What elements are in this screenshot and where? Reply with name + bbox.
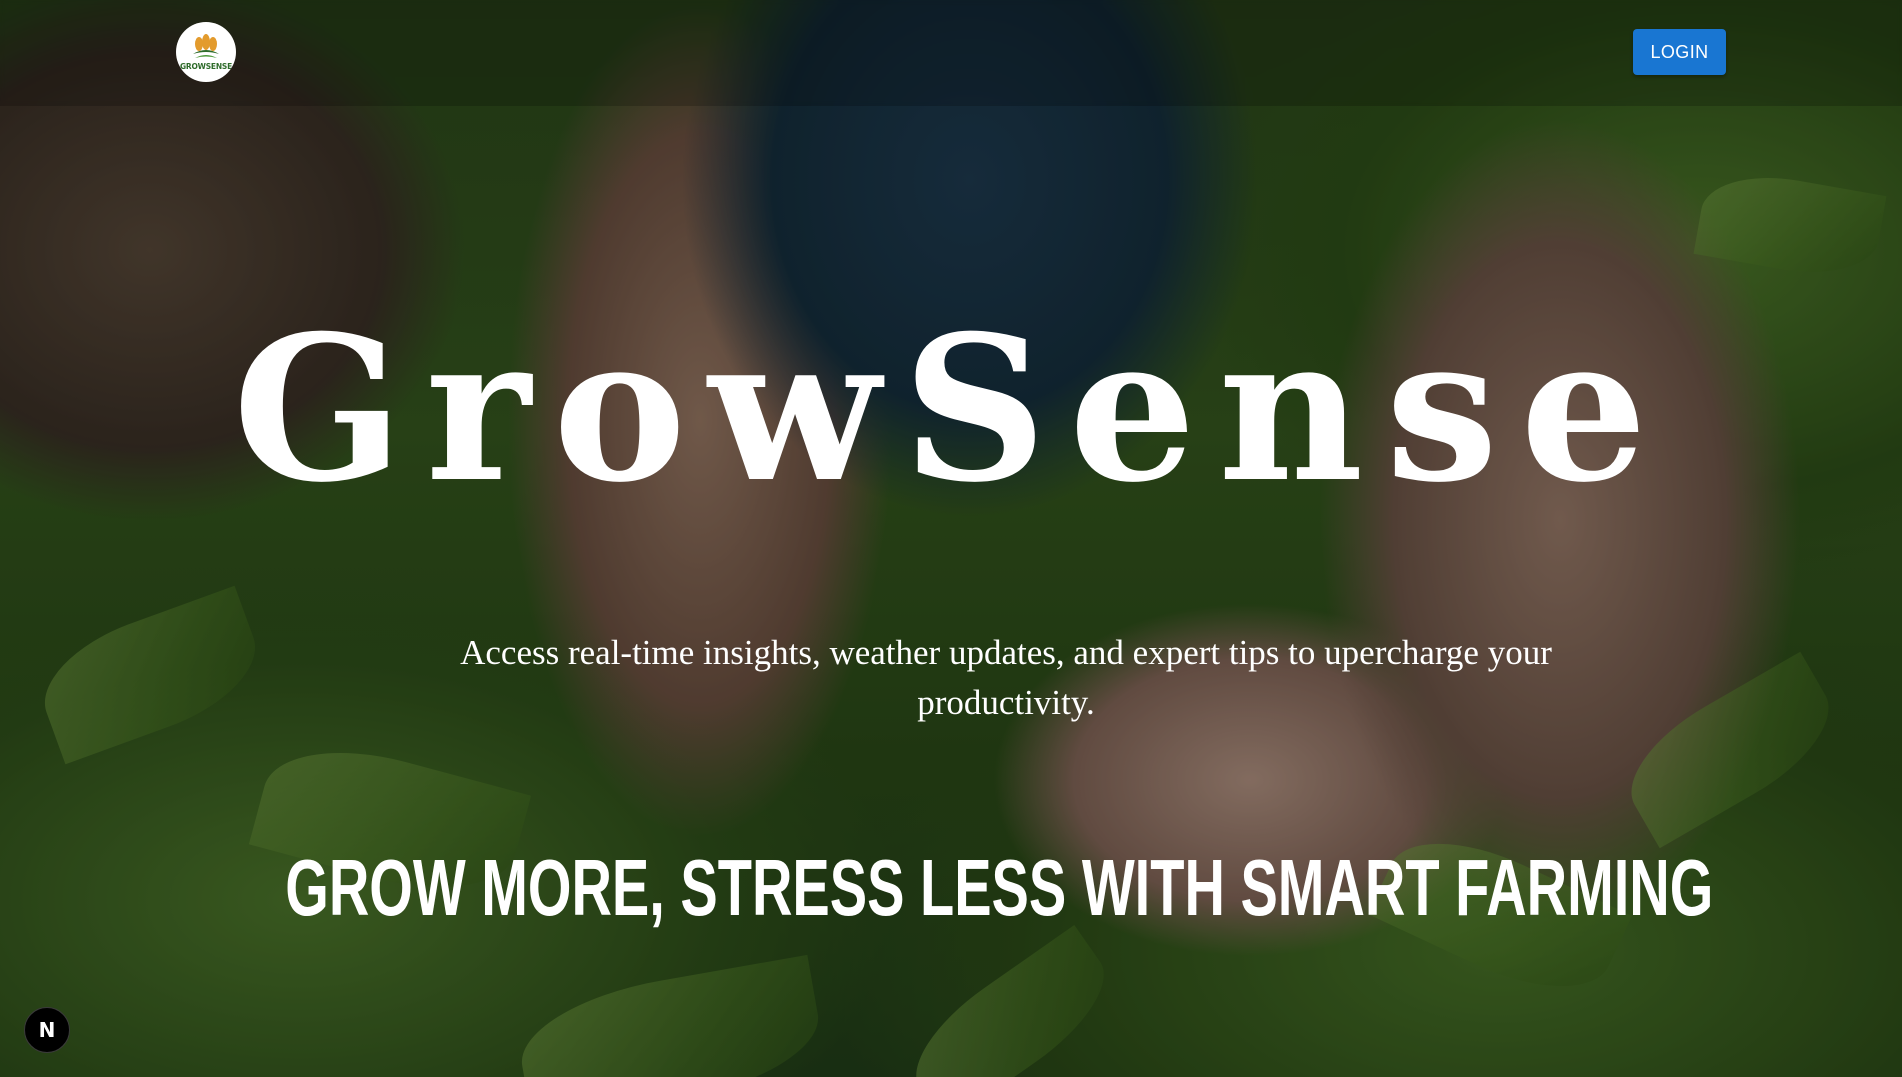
nextjs-dev-indicator-button[interactable]: N [24, 1007, 70, 1053]
top-navigation-bar: GROWSENSE LOGIN [0, 0, 1902, 106]
hero-title: GrowSense [232, 292, 1670, 527]
hero-section: GROWSENSE LOGIN GrowSense Access real-ti… [0, 0, 1902, 1077]
hero-tagline: GROW MORE, STRESS LESS WITH SMART FARMIN… [285, 843, 1714, 932]
login-button[interactable]: LOGIN [1633, 29, 1726, 75]
nextjs-n-icon: N [38, 1018, 56, 1042]
growsense-logo[interactable]: GROWSENSE [176, 22, 236, 82]
sprout-logo-icon [193, 33, 219, 58]
hero-subtitle: Access real-time insights, weather updat… [460, 633, 1552, 722]
logo-wordmark: GROWSENSE [179, 61, 233, 71]
